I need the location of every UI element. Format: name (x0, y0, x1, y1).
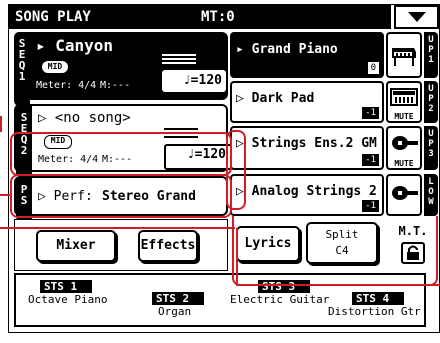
title-bar: SONG PLAY MT:0 (9, 5, 391, 29)
violin-icon (392, 186, 418, 200)
octave-badge: -1 (362, 107, 379, 119)
callout-highlight-lower-right (232, 216, 438, 286)
callout-line (236, 228, 238, 286)
sts-3-name: Electric Guitar (230, 293, 330, 306)
track-sound-name: ▸ Grand Piano (236, 42, 338, 57)
track-upper1-icon-button[interactable] (386, 32, 422, 78)
track-upper3[interactable]: ▷ Strings Ens.2 GM -1 (230, 126, 384, 170)
synth-keyboard-icon (390, 88, 418, 106)
mixer-button[interactable]: Mixer (36, 230, 116, 262)
track-lower[interactable]: ▷ Analog Strings 2 -1 (230, 174, 384, 216)
callout-line (236, 284, 440, 286)
seq1-sidebar: SEQ1 (14, 32, 30, 106)
track-sound-name: ▷ Strings Ens.2 GM (236, 136, 377, 151)
callout-line (0, 227, 235, 229)
seq2-song-name: ▷ <no song> (38, 110, 131, 126)
sts-2-slot[interactable]: STS 2 Organ (152, 292, 204, 318)
sts-2-name: Organ (158, 305, 192, 318)
violin-icon (392, 136, 418, 150)
sts-4-slot[interactable]: STS 4 Distortion Gtr (328, 292, 421, 318)
mt-indicator: MT:0 (201, 9, 235, 25)
callout-line (0, 116, 2, 132)
sts-2-title: STS 2 (152, 292, 204, 305)
callout-highlight-track-left (226, 130, 246, 210)
sts-4-name: Distortion Gtr (328, 305, 421, 318)
seq1-tempo[interactable]: ♩=120 (162, 70, 226, 92)
track-sound-name: ▷ Analog Strings 2 (236, 184, 377, 199)
page-menu-button[interactable] (394, 5, 439, 29)
seq1-meter: Meter: 4/4 (36, 80, 97, 91)
track-upper3-icon-button[interactable]: MUTE (386, 126, 422, 170)
staff-icon (162, 54, 196, 68)
track-sound-name: ▷ Dark Pad (236, 91, 315, 106)
mute-label: MUTE (394, 112, 414, 121)
callout-highlight-perf (10, 174, 232, 218)
midi-file-icon: MID (42, 61, 68, 73)
seq1-measure: M:--- (100, 80, 131, 91)
track-lower-icon-button[interactable] (386, 174, 422, 216)
seq1-panel[interactable]: SEQ1 ▸ Canyon MID Meter: 4/4 M:--- ♩=120 (14, 32, 228, 106)
seq1-song-name: ▸ Canyon (36, 36, 114, 55)
sts-1-slot[interactable]: STS 1 Octave Piano (28, 280, 107, 306)
effects-button[interactable]: Effects (138, 230, 198, 262)
page-title: SONG PLAY (15, 9, 91, 25)
grand-piano-icon (392, 48, 416, 66)
octave-badge: -1 (362, 154, 379, 166)
chevron-down-icon (408, 12, 426, 22)
track-upper2-icon-button[interactable]: MUTE (386, 81, 422, 123)
sts-1-name: Octave Piano (28, 293, 108, 306)
track-upper1[interactable]: ▸ Grand Piano 0 (230, 32, 384, 78)
octave-badge: 0 (367, 62, 379, 74)
mute-label: MUTE (394, 159, 414, 168)
sts-1-title: STS 1 (40, 280, 92, 293)
sts-4-title: STS 4 (352, 292, 404, 305)
callout-line (0, 194, 12, 196)
track-upper1-label: UP1 (424, 32, 438, 78)
track-lower-label: LOW (424, 174, 438, 216)
callout-highlight-seq2 (10, 132, 232, 176)
track-upper2[interactable]: ▷ Dark Pad -1 (230, 81, 384, 123)
track-upper3-label: UP3 (424, 126, 438, 170)
octave-badge: -1 (362, 200, 379, 212)
track-upper2-label: UP2 (424, 81, 438, 123)
